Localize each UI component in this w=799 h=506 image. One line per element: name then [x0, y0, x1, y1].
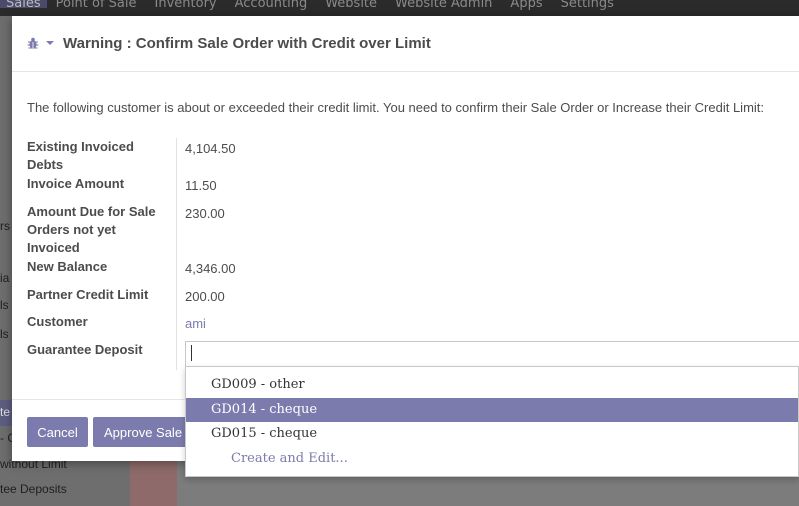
text-cursor — [191, 345, 192, 361]
dialog-title: Warning : Confirm Sale Order with Credit… — [63, 35, 431, 52]
cancel-button[interactable]: Cancel — [27, 417, 88, 447]
field-label-guarantee-deposit: Guarantee Deposit — [27, 342, 143, 357]
dialog-header: Warning : Confirm Sale Order with Credit… — [12, 16, 799, 72]
field-label-existing-debts: Existing Invoiced Debts — [27, 139, 134, 172]
nav-website[interactable]: Website — [316, 0, 386, 10]
field-label-new-balance: New Balance — [27, 259, 108, 274]
field-label-credit-limit: Partner Credit Limit — [27, 287, 149, 302]
field-value-amount-due: 230.00 — [185, 206, 225, 221]
nav-apps[interactable]: Apps — [501, 0, 551, 10]
customer-link[interactable]: ami — [185, 315, 206, 333]
field-value-invoice-amount: 11.50 — [185, 178, 217, 193]
nav-settings[interactable]: Settings — [552, 0, 623, 10]
nav-point-of-sale[interactable]: Point of Sale — [47, 0, 146, 10]
field-value-new-balance: 4,346.00 — [185, 261, 236, 276]
field-label-amount-due: Amount Due for Sale Orders not yet Invoi… — [27, 204, 156, 255]
background-sidebar-fragment: te — [0, 405, 11, 419]
debug-menu-button[interactable] — [26, 36, 54, 50]
field-value-existing-debts: 4,104.50 — [185, 141, 236, 156]
guarantee-deposit-dropdown: GD009 - other GD014 - cheque GD015 - che… — [185, 366, 799, 477]
chevron-down-icon — [46, 41, 54, 45]
background-sidebar-fragment: ls — [0, 327, 9, 341]
dropdown-option[interactable]: GD015 - cheque — [186, 422, 798, 446]
background-sidebar-fragment: rs — [0, 219, 10, 233]
nav-accounting[interactable]: Accounting — [226, 0, 317, 10]
bug-icon — [27, 37, 39, 49]
dropdown-option-selected[interactable]: GD014 - cheque — [186, 398, 798, 422]
nav-website-admin[interactable]: Website Admin — [386, 0, 501, 10]
warning-message: The following customer is about or excee… — [27, 100, 765, 115]
field-value-credit-limit: 200.00 — [185, 289, 225, 304]
approve-sale-order-button[interactable]: Approve Sale Order — [93, 417, 190, 447]
background-sidebar-fragment: ia — [0, 271, 10, 285]
dropdown-option[interactable]: GD009 - other — [186, 373, 798, 397]
create-and-edit-link[interactable]: Create and Edit... — [186, 447, 798, 471]
form-column-divider — [176, 138, 177, 370]
guarantee-deposit-input[interactable] — [185, 341, 799, 367]
background-sidebar-item[interactable]: tee Deposits — [0, 482, 67, 496]
field-label-customer: Customer — [27, 314, 88, 329]
nav-sales[interactable]: Sales — [0, 0, 47, 10]
nav-inventory[interactable]: Inventory — [146, 0, 226, 10]
field-label-invoice-amount: Invoice Amount — [27, 176, 125, 191]
top-navigation: Sales Point of Sale Inventory Accounting… — [0, 0, 799, 16]
background-sidebar-fragment: ls — [0, 298, 9, 312]
